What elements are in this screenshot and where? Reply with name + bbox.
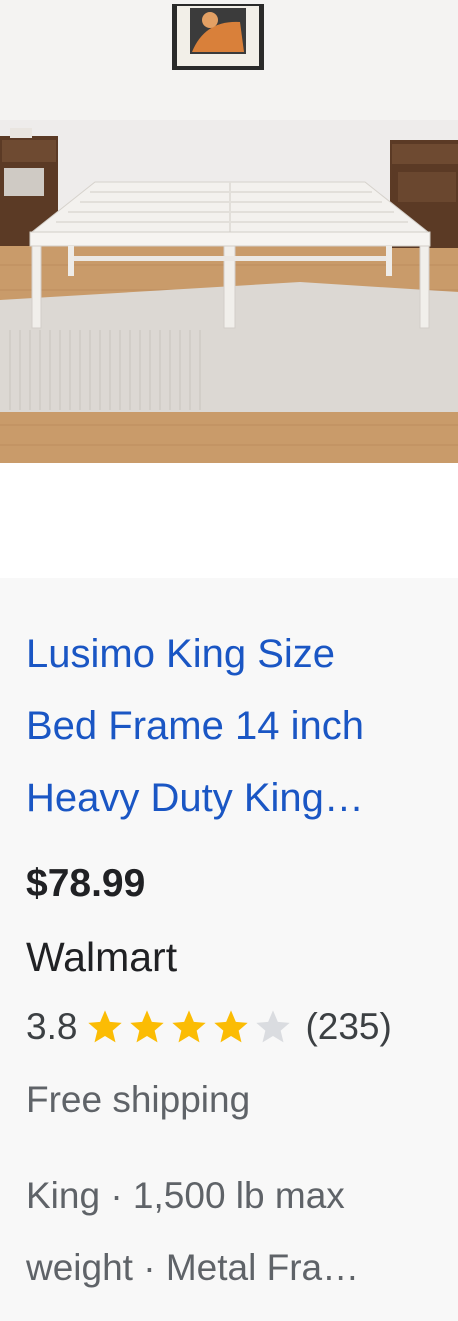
product-image-area[interactable] — [0, 0, 458, 578]
attribute-line: weight · Metal Fra… — [26, 1247, 360, 1288]
product-title-line[interactable]: Bed Frame 14 inch — [26, 690, 446, 762]
product-title-link[interactable]: Lusimo King Size Bed Frame 14 inch Heavy… — [26, 618, 446, 834]
attribute-line: King · 1,500 lb max — [26, 1175, 345, 1216]
product-title-line[interactable]: Lusimo King Size — [26, 618, 446, 690]
shipping-info: Free shipping — [26, 1079, 251, 1120]
star-rating — [85, 1007, 295, 1047]
product-attributes: King · 1,500 lb max weight · Metal Fra… — [26, 1160, 446, 1304]
product-price: $78.99 — [26, 862, 146, 905]
rating-row[interactable]: 3.8 (235) — [26, 1002, 392, 1052]
merchant-name: Walmart — [26, 934, 178, 980]
star-filled-icon — [214, 1010, 249, 1043]
star-empty-icon — [256, 1010, 291, 1043]
star-filled-icon — [130, 1010, 165, 1043]
product-card[interactable]: Lusimo King Size Bed Frame 14 inch Heavy… — [0, 0, 458, 1321]
rating-value: 3.8 — [26, 1006, 78, 1047]
product-title-line[interactable]: Heavy Duty King… — [26, 762, 446, 834]
product-image[interactable] — [0, 0, 458, 463]
review-count[interactable]: (235) — [305, 1006, 391, 1048]
star-filled-icon — [88, 1010, 123, 1043]
star-filled-icon — [172, 1010, 207, 1043]
